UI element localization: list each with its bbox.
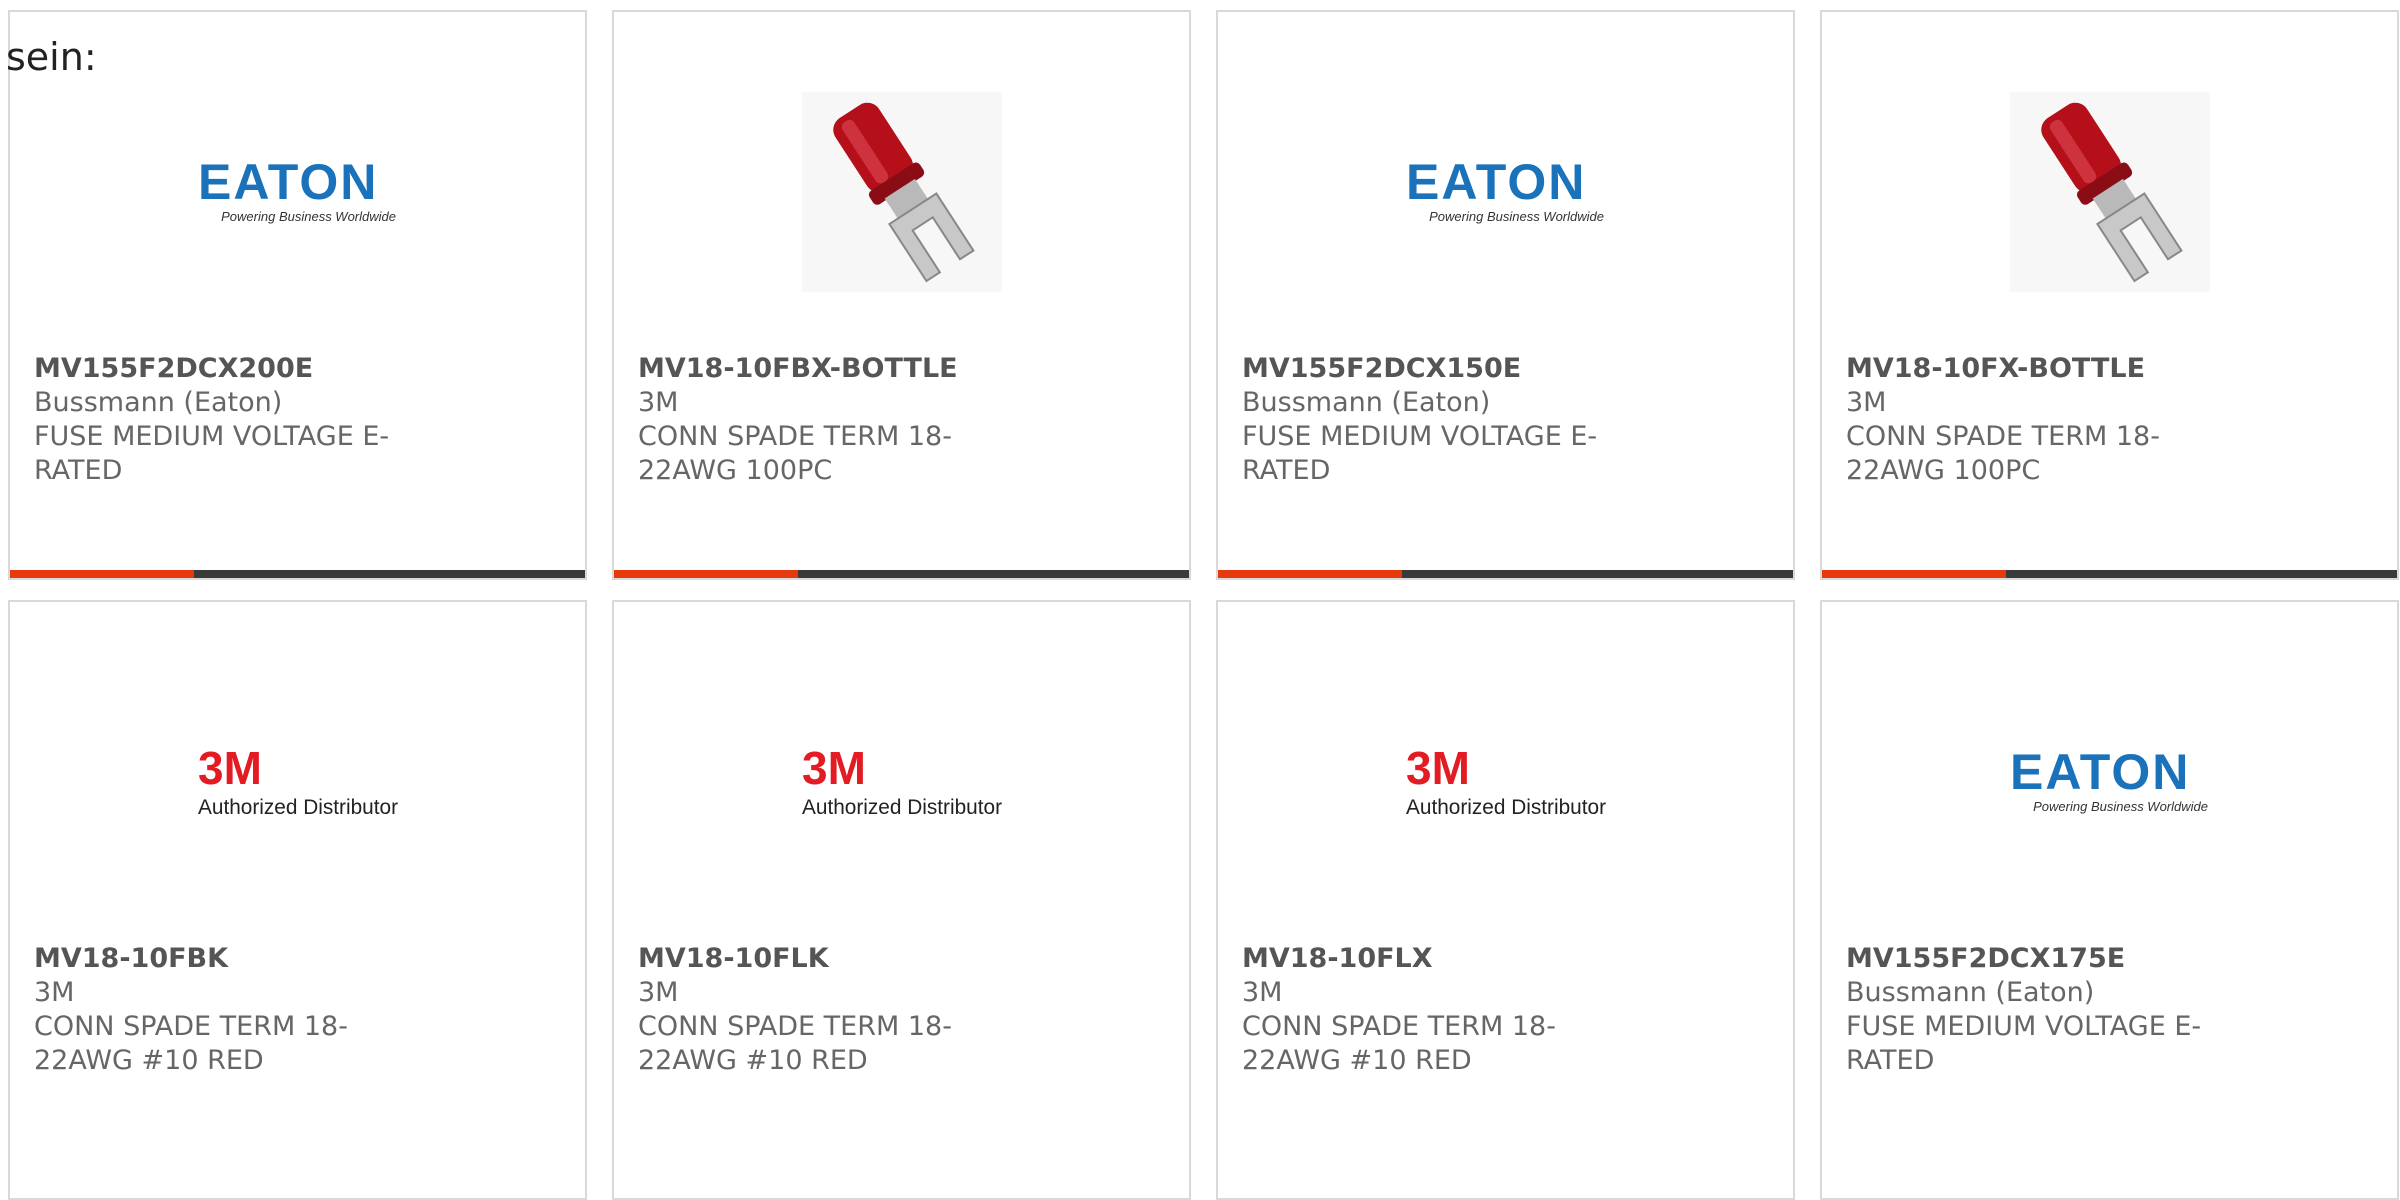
eaton-tagline: Powering Business Worldwide <box>221 209 396 224</box>
eaton-wordmark: EATON <box>198 157 378 210</box>
card-bottom-bar <box>614 570 1189 578</box>
eaton-logo: EATON Powering Business Worldwide <box>198 157 396 224</box>
part-number[interactable]: MV155F2DCX175E <box>1846 943 2125 974</box>
product-card[interactable]: EATON Powering Business Worldwide MV155F… <box>1820 600 2399 1200</box>
description: FUSE MEDIUM VOLTAGE E-RATED <box>1242 421 1598 486</box>
eaton-tagline: Powering Business Worldwide <box>2033 799 2208 814</box>
product-image: EATON Powering Business Worldwide <box>1822 667 2397 897</box>
3m-wordmark: 3M <box>1406 742 1470 794</box>
product-info: MV18-10FBK 3M CONN SPADE TERM 18-22AWG #… <box>34 942 561 1078</box>
manufacturer: 3M <box>638 387 679 418</box>
3m-logo: 3M Authorized Distributor <box>198 742 398 819</box>
eaton-logo: EATON Powering Business Worldwide <box>2010 747 2208 814</box>
description: CONN SPADE TERM 18-22AWG 100PC <box>1846 421 2160 486</box>
product-info: MV155F2DCX200E Bussmann (Eaton) FUSE MED… <box>34 352 561 488</box>
product-image: 3M Authorized Distributor <box>10 667 585 897</box>
product-card[interactable]: EATON Powering Business Worldwide MV155F… <box>8 10 587 580</box>
3m-logo: 3M Authorized Distributor <box>1406 742 1606 819</box>
product-card[interactable]: MV18-10FBX-BOTTLE 3M CONN SPADE TERM 18-… <box>612 10 1191 580</box>
product-info: MV18-10FLK 3M CONN SPADE TERM 18-22AWG #… <box>638 942 1165 1078</box>
description: FUSE MEDIUM VOLTAGE E-RATED <box>34 421 390 486</box>
card-bottom-bar <box>1218 570 1793 578</box>
spade-terminal-photo <box>2009 92 2210 292</box>
manufacturer: 3M <box>34 977 75 1008</box>
product-image: EATON Powering Business Worldwide <box>10 77 585 307</box>
part-number[interactable]: MV155F2DCX150E <box>1242 353 1521 384</box>
product-card[interactable]: 3M Authorized Distributor MV18-10FLK 3M … <box>612 600 1191 1200</box>
product-card[interactable]: 3M Authorized Distributor MV18-10FBK 3M … <box>8 600 587 1200</box>
card-bottom-bar <box>10 570 585 578</box>
product-image <box>614 77 1189 307</box>
product-image: EATON Powering Business Worldwide <box>1218 77 1793 307</box>
part-number[interactable]: MV18-10FBX-BOTTLE <box>638 353 958 384</box>
spade-terminal-photo <box>801 92 1002 292</box>
product-card[interactable]: EATON Powering Business Worldwide MV155F… <box>1216 10 1795 580</box>
eaton-wordmark: EATON <box>1406 157 1586 210</box>
card-accent-stripe <box>1822 570 2006 578</box>
eaton-logo: EATON Powering Business Worldwide <box>1406 157 1604 224</box>
product-info: MV155F2DCX150E Bussmann (Eaton) FUSE MED… <box>1242 352 1769 488</box>
product-image: 3M Authorized Distributor <box>1218 667 1793 897</box>
product-card[interactable]: MV18-10FX-BOTTLE 3M CONN SPADE TERM 18-2… <box>1820 10 2399 580</box>
manufacturer: 3M <box>638 977 679 1008</box>
product-info: MV18-10FLX 3M CONN SPADE TERM 18-22AWG #… <box>1242 942 1769 1078</box>
card-accent-stripe <box>614 570 798 578</box>
3m-caption: Authorized Distributor <box>198 796 398 819</box>
3m-wordmark: 3M <box>802 742 866 794</box>
product-info: MV18-10FBX-BOTTLE 3M CONN SPADE TERM 18-… <box>638 352 1165 488</box>
eaton-wordmark: EATON <box>2010 747 2190 800</box>
eaton-tagline: Powering Business Worldwide <box>1429 209 1604 224</box>
manufacturer: 3M <box>1846 387 1887 418</box>
description: CONN SPADE TERM 18-22AWG 100PC <box>638 421 952 486</box>
product-image: 3M Authorized Distributor <box>614 667 1189 897</box>
product-info: MV18-10FX-BOTTLE 3M CONN SPADE TERM 18-2… <box>1846 352 2373 488</box>
product-info: MV155F2DCX175E Bussmann (Eaton) FUSE MED… <box>1846 942 2373 1078</box>
description: FUSE MEDIUM VOLTAGE E-RATED <box>1846 1011 2202 1076</box>
description: CONN SPADE TERM 18-22AWG #10 RED <box>1242 1011 1556 1076</box>
3m-caption: Authorized Distributor <box>802 796 1002 819</box>
part-number[interactable]: MV18-10FLX <box>1242 943 1433 974</box>
manufacturer: Bussmann (Eaton) <box>1242 387 1491 418</box>
part-number[interactable]: MV18-10FLK <box>638 943 829 974</box>
product-card[interactable]: 3M Authorized Distributor MV18-10FLX 3M … <box>1216 600 1795 1200</box>
intro-text: sein: <box>6 35 97 79</box>
3m-wordmark: 3M <box>198 742 262 794</box>
description: CONN SPADE TERM 18-22AWG #10 RED <box>34 1011 348 1076</box>
manufacturer: 3M <box>1242 977 1283 1008</box>
product-image <box>1822 77 2397 307</box>
card-accent-stripe <box>10 570 194 578</box>
part-number[interactable]: MV18-10FX-BOTTLE <box>1846 353 2145 384</box>
3m-logo: 3M Authorized Distributor <box>802 742 1002 819</box>
part-number[interactable]: MV155F2DCX200E <box>34 353 313 384</box>
3m-caption: Authorized Distributor <box>1406 796 1606 819</box>
part-number[interactable]: MV18-10FBK <box>34 943 228 974</box>
manufacturer: Bussmann (Eaton) <box>34 387 283 418</box>
card-bottom-bar <box>1822 570 2397 578</box>
card-accent-stripe <box>1218 570 1402 578</box>
description: CONN SPADE TERM 18-22AWG #10 RED <box>638 1011 952 1076</box>
manufacturer: Bussmann (Eaton) <box>1846 977 2095 1008</box>
product-grid: EATON Powering Business Worldwide MV155F… <box>8 10 2399 1200</box>
